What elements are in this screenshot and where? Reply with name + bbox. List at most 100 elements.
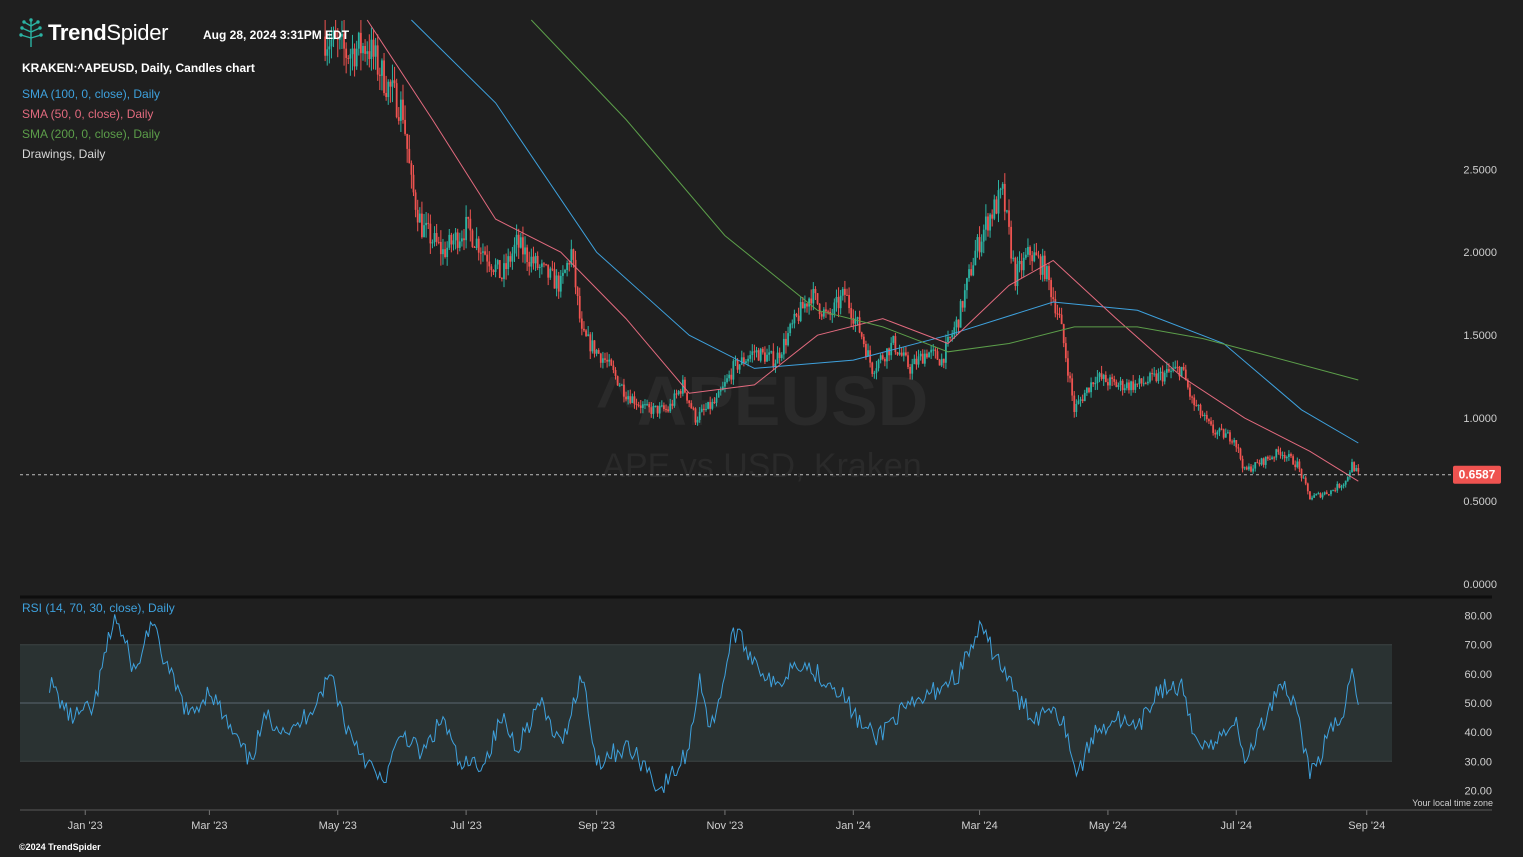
candle-body	[1332, 490, 1334, 492]
watermark-description: APE vs USD, Kraken	[602, 447, 921, 485]
candle-body	[1351, 462, 1353, 473]
candle-body	[978, 237, 981, 253]
time-tick-label: Sep '24	[1348, 820, 1385, 832]
candle-body	[1321, 494, 1324, 498]
candle-body	[1296, 461, 1299, 468]
candle-body	[1020, 260, 1023, 271]
rsi-axis[interactable]: 20.00 30.00 40.00 50.00 60.00 70.00 80.00	[1464, 611, 1492, 798]
candle-body	[1064, 343, 1067, 359]
candle-body	[734, 360, 737, 362]
candle-body	[381, 60, 383, 76]
candle-body	[1069, 375, 1071, 379]
candle-body	[1085, 387, 1088, 393]
candle-body	[951, 334, 954, 338]
candle-body	[641, 404, 644, 408]
candle-body	[1037, 255, 1040, 257]
candle-body	[1193, 397, 1196, 406]
rsi-tick-label: 40.00	[1464, 727, 1492, 739]
candle-body	[433, 233, 436, 243]
candle-body	[1182, 366, 1185, 370]
indicator-sma-100[interactable]: SMA (100, 0, close), Daily	[22, 87, 160, 101]
candle-body	[444, 249, 446, 257]
candle-body	[387, 81, 390, 98]
candle-body	[656, 405, 659, 414]
candle-body	[1132, 381, 1135, 390]
candle-body	[583, 328, 585, 331]
candle-body	[865, 344, 867, 357]
candle-body	[519, 237, 522, 248]
candle-body	[393, 80, 396, 84]
candle-body	[399, 99, 402, 121]
candle-body	[679, 391, 682, 394]
candle-body	[1035, 252, 1038, 256]
candle-body	[919, 353, 922, 357]
candle-body	[402, 99, 404, 120]
candle-body	[1012, 257, 1015, 259]
candle-body	[1081, 399, 1084, 402]
candle-body	[1277, 449, 1280, 452]
candle-body	[1119, 380, 1122, 386]
candle-body	[1058, 313, 1061, 315]
candle-body	[648, 404, 651, 408]
candle-body	[1111, 377, 1114, 380]
candle-body	[1226, 432, 1229, 434]
indicator-sma-200[interactable]: SMA (200, 0, close), Daily	[22, 127, 160, 141]
candle-body	[500, 278, 503, 280]
candle-body	[759, 348, 762, 361]
candle-body	[860, 332, 863, 337]
candle-body	[1195, 405, 1198, 407]
candle-body	[932, 349, 935, 351]
candle-body	[671, 403, 674, 406]
candle-body	[454, 232, 457, 241]
candle-body	[776, 352, 779, 364]
candle-body	[383, 60, 385, 94]
candle-body	[1199, 404, 1202, 415]
timezone-note[interactable]: Your local time zone	[1412, 798, 1493, 808]
candle-body	[938, 359, 941, 366]
candle-body	[913, 358, 916, 365]
candle-body	[328, 46, 331, 50]
candle-body	[1264, 456, 1267, 465]
indicator-rsi[interactable]: RSI (14, 70, 30, close), Daily	[22, 601, 175, 615]
candle-body	[738, 364, 741, 370]
candle-body	[1168, 369, 1170, 372]
candle-body	[1273, 457, 1276, 459]
brand-name: TrendSpider	[48, 20, 169, 45]
candle-body	[791, 323, 794, 325]
price-axis[interactable]: 0.0000 0.5000 1.0000 1.5000 2.0000 2.5000	[1463, 164, 1497, 591]
candle-body	[370, 39, 373, 60]
candle-body	[963, 290, 966, 308]
candle-body	[471, 230, 474, 247]
candle-body	[944, 342, 947, 363]
indicator-sma-50[interactable]: SMA (50, 0, close), Daily	[22, 107, 153, 121]
candle-body	[366, 51, 369, 54]
candle-body	[347, 57, 350, 59]
candle-body	[873, 372, 876, 374]
candle-body	[1001, 183, 1004, 189]
chart-title[interactable]: KRAKEN:^APEUSD, Daily, Candles chart	[22, 61, 255, 75]
brand-logo[interactable]: TrendSpider	[18, 18, 169, 48]
indicator-drawings[interactable]: Drawings, Daily	[22, 147, 105, 161]
candle-body	[1254, 462, 1257, 469]
candle-body	[774, 363, 777, 367]
candle-body	[1109, 377, 1111, 386]
candle-body	[1136, 383, 1139, 385]
candle-body	[591, 340, 594, 352]
candle-body	[1205, 414, 1208, 420]
sma-line	[530, 19, 1359, 381]
chart-canvas[interactable]: ^APEUSD APE vs USD, Kraken 0.0000 0.5000 1…	[0, 0, 1523, 857]
candle-body	[1115, 381, 1118, 388]
candle-body	[1094, 383, 1097, 385]
candle-body	[650, 407, 653, 414]
time-tick-label: Nov '23	[706, 820, 743, 832]
candle-body	[749, 355, 752, 359]
candle-body	[446, 247, 449, 257]
time-axis[interactable]: Jan '23 Mar '23 May '23 Jul '23 Sep '23 Nov '…	[68, 810, 1386, 832]
candle-body	[1067, 358, 1069, 376]
candle-body	[1048, 266, 1050, 281]
candle-body	[1003, 183, 1006, 212]
candle-body	[359, 32, 362, 54]
candle-body	[1203, 414, 1206, 417]
candle-body	[1260, 458, 1263, 465]
candle-body	[987, 216, 989, 231]
